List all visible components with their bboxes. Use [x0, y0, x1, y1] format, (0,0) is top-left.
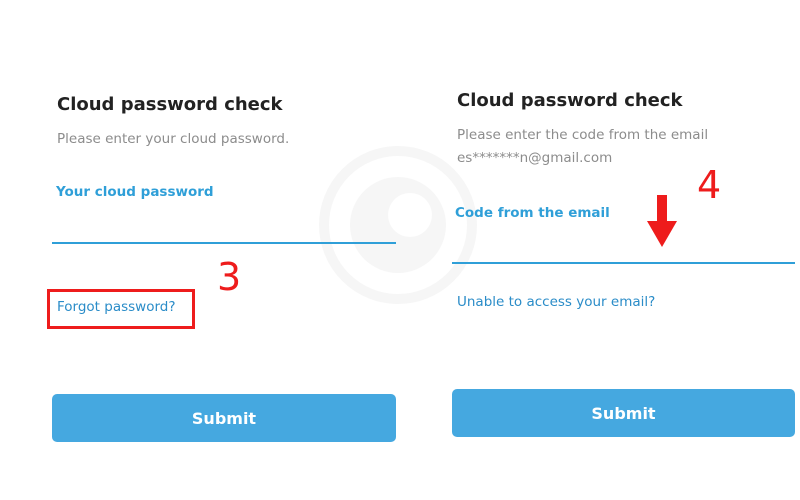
instruction-text: Please enter the code from the email	[457, 127, 709, 143]
unable-access-email-link[interactable]: Unable to access your email?	[457, 294, 655, 310]
annotation-highlight-box	[47, 289, 195, 329]
email-code-input[interactable]	[452, 232, 795, 264]
email-code-panel: Cloud password check Please enter the co…	[420, 0, 800, 500]
password-field-label: Your cloud password	[56, 184, 214, 200]
page-title: Cloud password check	[457, 90, 683, 111]
submit-button[interactable]: Submit	[52, 394, 396, 442]
masked-email-text: es*******n@gmail.com	[457, 150, 613, 166]
code-field-label: Code from the email	[455, 205, 610, 221]
annotation-number-4: 4	[697, 163, 722, 207]
cloud-password-input[interactable]	[52, 212, 396, 244]
page-title: Cloud password check	[57, 94, 283, 115]
submit-button[interactable]: Submit	[452, 389, 795, 437]
cloud-password-panel: Cloud password check Please enter your c…	[0, 0, 420, 500]
annotation-number-3: 3	[217, 255, 242, 299]
instruction-text: Please enter your cloud password.	[57, 131, 290, 147]
